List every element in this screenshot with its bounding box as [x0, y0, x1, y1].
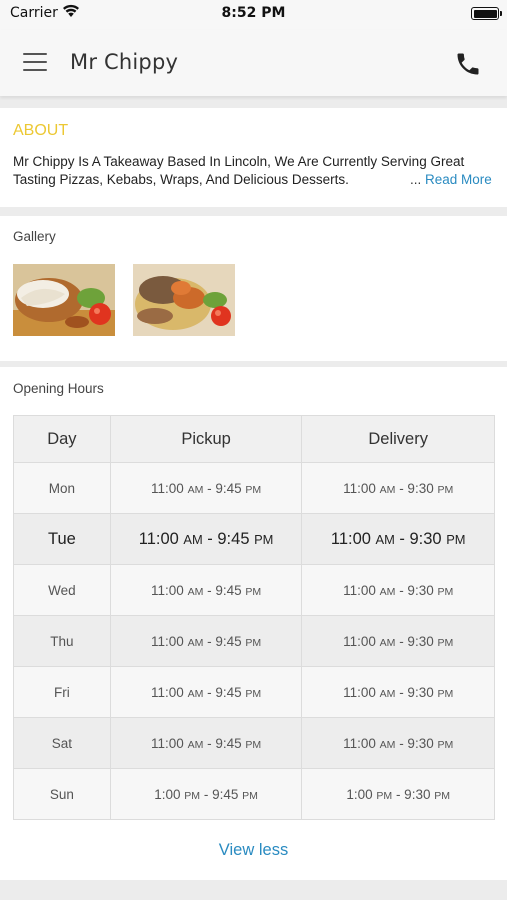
day-cell: Tue — [13, 513, 111, 565]
pickup-cell: 11:00 AM - 9:45 PM — [109, 615, 303, 667]
column-header-pickup: Pickup — [109, 415, 303, 463]
gallery-image-mixed-grill[interactable] — [133, 264, 235, 336]
phone-icon[interactable] — [454, 50, 482, 78]
delivery-cell: 11:00 AM - 9:30 PM — [301, 666, 495, 718]
opening-hours-label: Opening Hours — [13, 381, 104, 396]
delivery-cell: 11:00 AM - 9:30 PM — [301, 462, 495, 514]
opening-hours-table: Day Pickup Delivery Mon 11:00 AM - 9:45 … — [13, 415, 495, 820]
day-cell: Thu — [13, 615, 111, 667]
pickup-cell: 11:00 AM - 9:45 PM — [109, 717, 303, 769]
delivery-cell: 1:00 PM - 9:30 PM — [301, 768, 495, 820]
column-header-day: Day — [13, 415, 111, 463]
delivery-cell: 11:00 AM - 9:30 PM — [301, 615, 495, 667]
table-row: Wed 11:00 AM - 9:45 PM 11:00 AM - 9:30 P… — [13, 564, 495, 616]
delivery-cell: 11:00 AM - 9:30 PM — [301, 717, 495, 769]
view-less-link[interactable]: View less — [0, 841, 507, 860]
table-header-row: Day Pickup Delivery — [13, 415, 495, 463]
column-header-delivery: Delivery — [301, 415, 495, 463]
day-cell: Sun — [13, 768, 111, 820]
table-row: Sun 1:00 PM - 9:45 PM 1:00 PM - 9:30 PM — [13, 768, 495, 820]
delivery-cell: 11:00 AM - 9:30 PM — [301, 564, 495, 616]
read-more: ... Read More — [410, 171, 492, 189]
pickup-cell: 11:00 AM - 9:45 PM — [109, 666, 303, 718]
delivery-cell: 11:00 AM - 9:30 PM — [301, 513, 495, 565]
about-title: ABOUT — [13, 122, 69, 139]
day-cell: Sat — [13, 717, 111, 769]
pickup-cell: 11:00 AM - 9:45 PM — [109, 564, 303, 616]
opening-hours-section: Opening Hours Day Pickup Delivery Mon 11… — [0, 367, 507, 880]
pickup-cell: 11:00 AM - 9:45 PM — [109, 513, 303, 565]
read-more-link[interactable]: Read More — [425, 172, 492, 187]
page-title: Mr Chippy — [70, 50, 179, 74]
clock: 8:52 PM — [221, 5, 286, 21]
gallery-image-kebab[interactable] — [13, 264, 115, 336]
pickup-cell: 11:00 AM - 9:45 PM — [109, 462, 303, 514]
day-cell: Wed — [13, 564, 111, 616]
table-row-today: Tue 11:00 AM - 9:45 PM 11:00 AM - 9:30 P… — [13, 513, 495, 565]
read-more-ellipsis: ... — [410, 172, 422, 187]
table-row: Thu 11:00 AM - 9:45 PM 11:00 AM - 9:30 P… — [13, 615, 495, 667]
table-row: Sat 11:00 AM - 9:45 PM 11:00 AM - 9:30 P… — [13, 717, 495, 769]
pickup-cell: 1:00 PM - 9:45 PM — [109, 768, 303, 820]
battery-icon — [471, 7, 502, 20]
gallery-label: Gallery — [13, 229, 56, 244]
table-row: Fri 11:00 AM - 9:45 PM 11:00 AM - 9:30 P… — [13, 666, 495, 718]
gallery-section: Gallery — [0, 216, 507, 361]
day-cell: Mon — [13, 462, 111, 514]
table-row: Mon 11:00 AM - 9:45 PM 11:00 AM - 9:30 P… — [13, 462, 495, 514]
app-header: Mr Chippy — [0, 30, 507, 96]
status-bar: Carrier 8:52 PM — [0, 0, 507, 30]
day-cell: Fri — [13, 666, 111, 718]
about-section: ABOUT Mr Chippy Is A Takeaway Based In L… — [0, 108, 507, 207]
hamburger-menu-icon[interactable] — [23, 53, 47, 73]
